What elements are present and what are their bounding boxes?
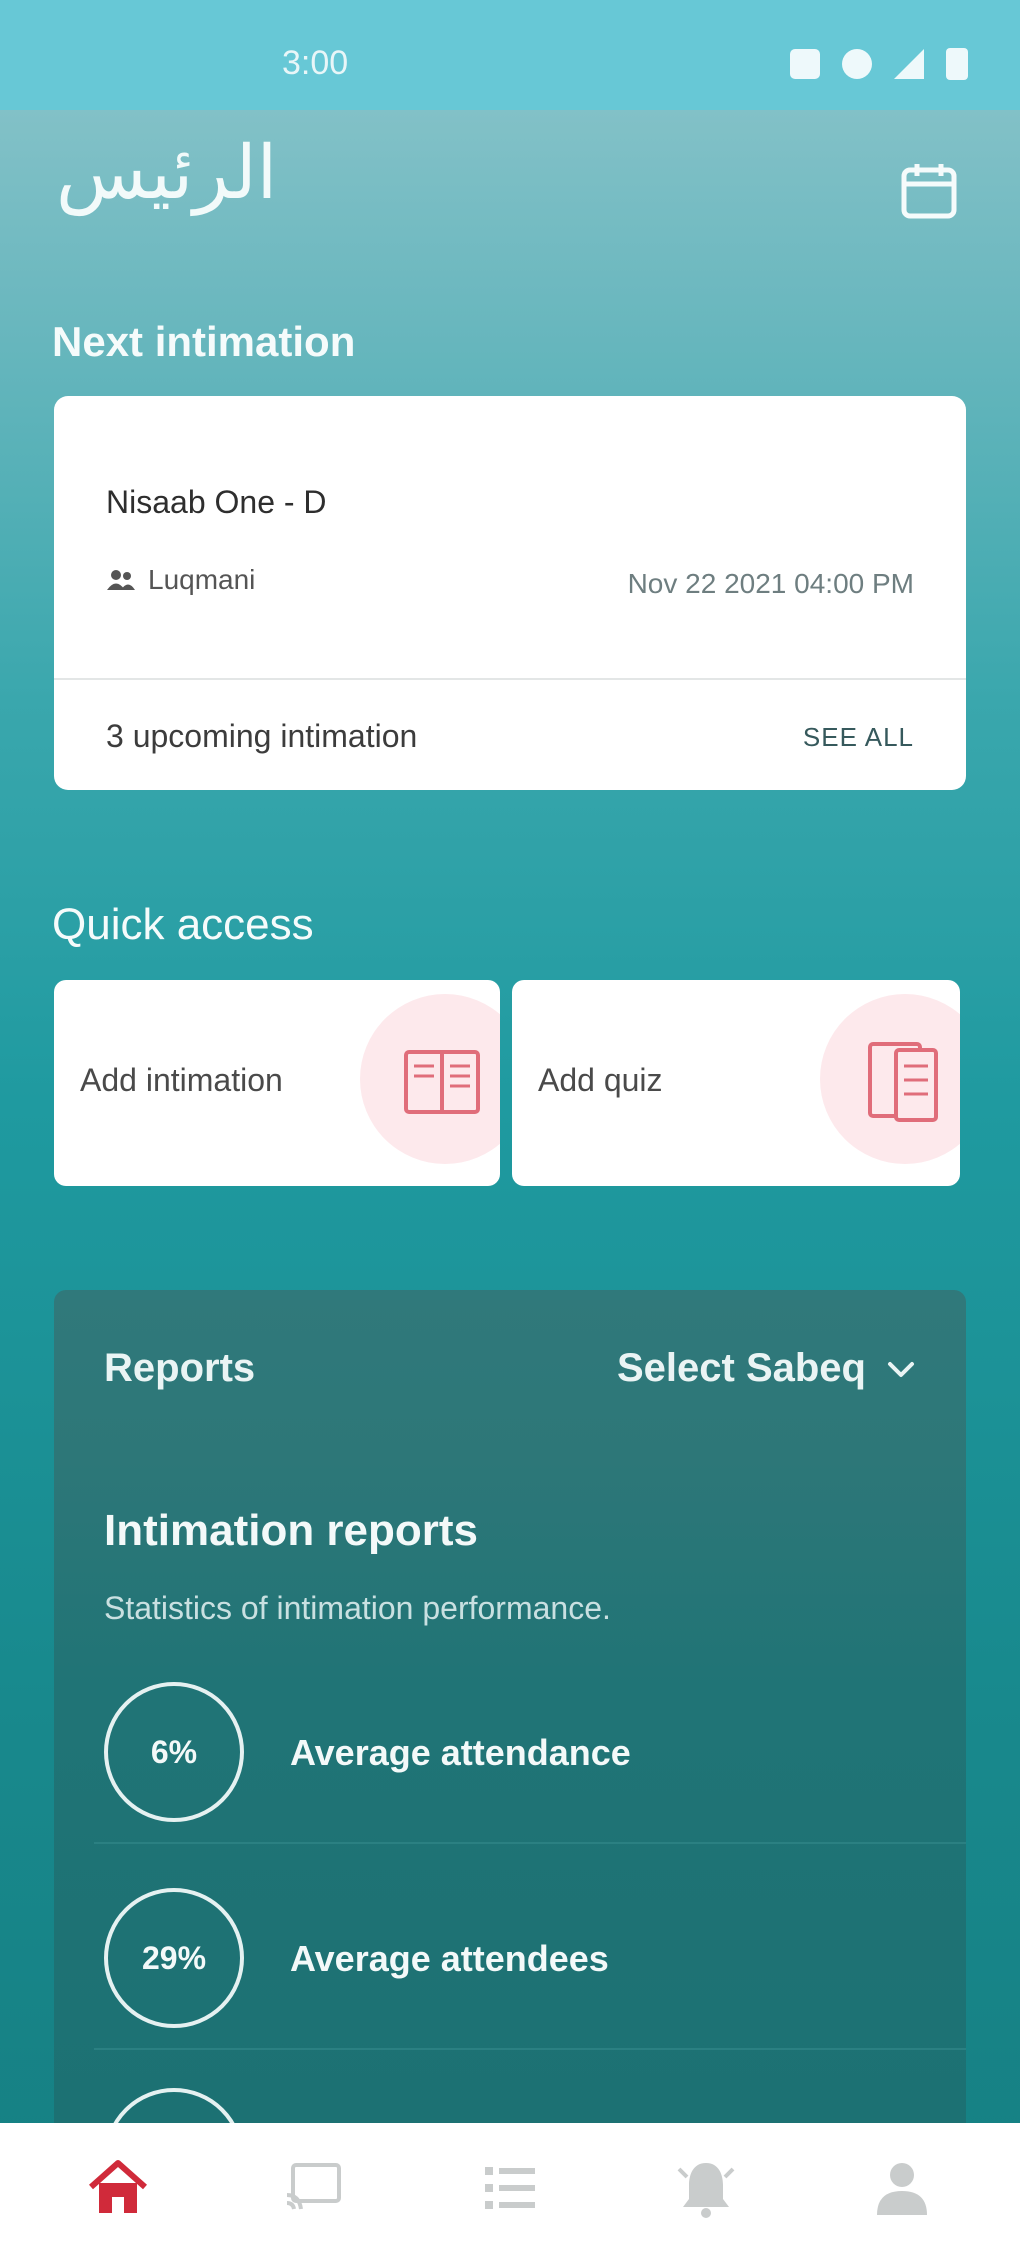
profile-icon <box>877 2163 927 2215</box>
quick-access-title: Quick access <box>52 900 314 949</box>
select-sabeq-label: Select Sabeq <box>616 1346 866 1390</box>
reports-heading: Reports <box>104 1346 256 1390</box>
open-book-icon <box>404 1050 480 1114</box>
stat-label: Average attendance <box>290 1732 631 1773</box>
see-all-button[interactable]: SEE ALL <box>803 722 914 753</box>
app-logo: الرئيس <box>56 130 278 216</box>
nav-profile[interactable] <box>862 2148 942 2228</box>
select-sabeq-dropdown[interactable]: Select Sabeq <box>617 1346 916 1391</box>
home-icon <box>89 2160 147 2213</box>
bell-icon <box>677 2163 735 2218</box>
reports-panel: Reports Select Sabeq Intimation reports … <box>54 1290 966 2253</box>
status-time: 3:00 <box>282 44 349 82</box>
intimation-datetime: Nov 22 2021 04:00 PM <box>627 568 914 599</box>
stat-divider <box>94 2048 966 2050</box>
status-icons <box>790 48 968 80</box>
add-quiz-label: Add quiz <box>538 1062 663 1098</box>
stat-value-circle: 29% <box>104 1888 244 2028</box>
status-bar: 3:00 <box>0 0 1020 110</box>
nav-list[interactable] <box>470 2148 550 2228</box>
stat-divider <box>94 1842 966 1844</box>
quiz-sheet-icon <box>868 1042 938 1122</box>
bottom-nav <box>0 2123 1020 2253</box>
intimation-user: Luqmani <box>106 564 255 596</box>
intimation-user-name: Luqmani <box>148 564 256 595</box>
image-notification-icon <box>790 49 820 79</box>
calendar-icon[interactable] <box>900 162 958 220</box>
list-icon <box>485 2167 535 2209</box>
add-intimation-button[interactable]: Add intimation <box>54 980 500 1186</box>
stat-value-circle: 6% <box>104 1682 244 1822</box>
stat-row: 29% Average attendees <box>104 1888 924 2028</box>
next-intimation-card[interactable]: Nisaab One - D Luqmani Nov 22 2021 04:00… <box>54 396 966 790</box>
stat-label: Average attendees <box>290 1938 609 1979</box>
chevron-down-icon <box>888 1361 914 1377</box>
add-quiz-button[interactable]: Add quiz <box>512 980 960 1186</box>
intimation-reports-title: Intimation reports <box>104 1506 479 1555</box>
upcoming-count: 3 upcoming intimation <box>106 718 418 754</box>
signal-icon <box>894 49 924 79</box>
intimation-reports-subtitle: Statistics of intimation performance. <box>104 1590 611 1626</box>
nav-alerts[interactable] <box>666 2148 746 2228</box>
cast-icon <box>286 2163 341 2210</box>
group-icon <box>107 570 135 590</box>
data-saver-icon <box>842 49 872 79</box>
nav-home[interactable] <box>78 2148 158 2228</box>
card-divider <box>54 678 966 680</box>
next-intimation-title: Next intimation <box>52 318 356 365</box>
add-intimation-label: Add intimation <box>80 1062 283 1098</box>
battery-icon <box>946 48 968 80</box>
stat-row: 6% Average attendance <box>104 1682 924 1822</box>
nav-cast[interactable] <box>274 2148 354 2228</box>
intimation-title: Nisaab One - D <box>106 484 327 520</box>
